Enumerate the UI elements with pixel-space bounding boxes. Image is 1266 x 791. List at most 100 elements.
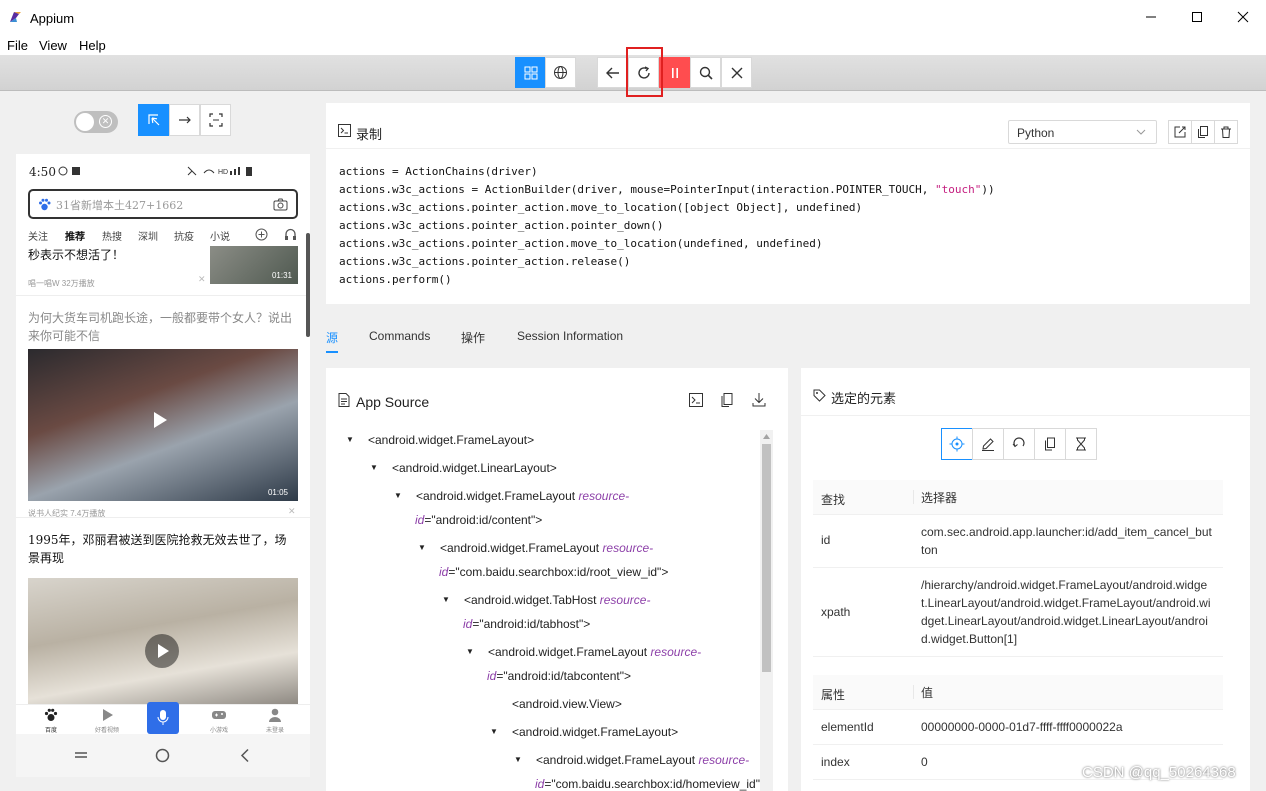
tree-node-tag: <android.widget.FrameLayout> — [512, 725, 679, 739]
window-close-button[interactable] — [1220, 0, 1266, 34]
minimize-button[interactable] — [1128, 0, 1174, 34]
back-arrow-icon — [605, 67, 619, 78]
tree-node[interactable]: ▼ <android.widget.FrameLayout> — [490, 720, 678, 744]
nav-games[interactable]: 小游戏 — [202, 708, 236, 734]
device-screenshot[interactable]: 4:50 HD 31省新增本土427+1662 关注 推荐 热搜 深圳 抗疫 小… — [16, 154, 310, 777]
caret-down-icon[interactable]: ▼ — [514, 748, 522, 772]
menu-help[interactable]: Help — [79, 38, 106, 53]
screenshot-toggle-switch[interactable]: ✕ — [74, 111, 118, 133]
close-icon — [1237, 11, 1249, 23]
swipe-mode-button[interactable] — [169, 104, 200, 136]
dismiss-icon[interactable]: ✕ — [198, 274, 206, 285]
tree-node[interactable]: ▼ <android.widget.FrameLayout> — [346, 428, 534, 452]
phone-tab[interactable]: 抗疫 — [174, 228, 194, 243]
tap-element-button[interactable] — [941, 428, 973, 460]
web-mode-button[interactable] — [545, 57, 576, 88]
tree-node[interactable]: <android.view.View> — [512, 692, 622, 716]
scroll-up-icon[interactable] — [763, 434, 770, 439]
headphones-icon[interactable] — [284, 228, 297, 241]
native-mode-button[interactable] — [515, 57, 546, 88]
table-header-cell: 值 — [921, 686, 934, 700]
tree-node[interactable]: ▼ <android.widget.TabHost resource- — [442, 588, 650, 612]
scrollbar-thumb[interactable] — [762, 444, 771, 672]
tree-node[interactable]: ▼ <android.widget.FrameLayout resource- — [418, 536, 653, 560]
table-cell-value[interactable]: 00000000-0000-01d7-ffff-ffff0000022a — [921, 718, 1213, 736]
play-button[interactable] — [145, 634, 179, 668]
copy-icon[interactable] — [719, 392, 735, 408]
tab-commands[interactable]: Commands — [369, 329, 430, 343]
caret-down-icon[interactable]: ▼ — [466, 640, 474, 664]
baidu-paw-icon — [39, 198, 51, 211]
tab-session-information[interactable]: Session Information — [517, 329, 623, 343]
download-icon[interactable] — [751, 392, 767, 408]
add-channel-icon[interactable] — [255, 228, 268, 241]
caret-down-icon[interactable]: ▼ — [418, 536, 426, 560]
send-keys-button[interactable] — [972, 428, 1004, 460]
menu-file[interactable]: File — [7, 38, 28, 53]
home-circle-icon[interactable] — [155, 748, 170, 763]
phone-tab[interactable]: 关注 — [28, 228, 48, 243]
tree-node[interactable]: ▼ <android.widget.FrameLayout resource- — [514, 748, 749, 772]
app-source-panel: App Source ▼ <android.widget.FrameLayout>… — [326, 368, 788, 791]
copy-code-button[interactable] — [1191, 120, 1215, 144]
phone-tab[interactable]: 小说 — [210, 228, 230, 243]
tree-node-tag: <android.widget.FrameLayout — [488, 645, 648, 659]
code-line: actions.w3c_actions.pointer_action.point… — [339, 219, 664, 232]
phone-search-box[interactable]: 31省新增本土427+1662 — [28, 189, 298, 219]
terminal-icon[interactable] — [688, 392, 704, 408]
quit-session-button[interactable] — [721, 57, 752, 88]
recorder-panel: 录制 Python actions = ActionChains(driver)… — [326, 103, 1250, 304]
phone-tab[interactable]: 热搜 — [102, 228, 122, 243]
camera-icon[interactable] — [273, 198, 288, 211]
export-code-button[interactable] — [1168, 120, 1192, 144]
table-row[interactable]: xpath /hierarchy/android.widget.FrameLay… — [813, 568, 1223, 657]
tree-node[interactable]: ▼ <android.widget.LinearLayout> — [370, 456, 557, 480]
copy-attributes-button[interactable] — [1034, 428, 1066, 460]
feed-video-thumbnail[interactable]: 01:05 — [28, 349, 298, 501]
caret-down-icon[interactable]: ▼ — [370, 456, 378, 480]
pause-recording-button[interactable] — [659, 57, 690, 88]
recent-apps-icon[interactable] — [73, 749, 89, 761]
get-timing-button[interactable] — [1065, 428, 1097, 460]
table-cell-value[interactable]: /hierarchy/android.widget.FrameLayout/an… — [921, 576, 1213, 648]
dismiss-icon[interactable]: ✕ — [288, 506, 296, 517]
caret-down-icon[interactable]: ▼ — [442, 588, 450, 612]
copy-icon — [1198, 126, 1208, 138]
caret-down-icon[interactable]: ▼ — [346, 428, 354, 452]
selected-element-panel: 选定的元素 查找 选择器 id com.sec.android.app.laun… — [801, 368, 1250, 791]
caret-down-icon[interactable]: ▼ — [490, 720, 498, 744]
language-select[interactable]: Python — [1008, 120, 1157, 144]
tree-node[interactable]: ▼ <android.widget.FrameLayout resource- — [466, 640, 701, 664]
select-elements-button[interactable] — [138, 104, 169, 136]
tap-by-coordinates-button[interactable] — [200, 104, 231, 136]
nav-profile[interactable]: 未登录 — [260, 708, 290, 734]
tab-source[interactable]: 源 — [326, 329, 338, 346]
phone-tab-active[interactable]: 推荐 — [65, 228, 85, 243]
table-cell-value[interactable]: com.sec.android.app.launcher:id/add_item… — [921, 523, 1213, 559]
nav-home[interactable]: 百度 — [36, 708, 66, 734]
nav-video[interactable]: 好看视频 — [90, 708, 124, 734]
tree-node[interactable]: ▼ <android.widget.FrameLayout resource- — [394, 484, 629, 508]
clear-element-button[interactable] — [1003, 428, 1035, 460]
maximize-button[interactable] — [1174, 0, 1220, 34]
table-row[interactable]: id com.sec.android.app.launcher:id/add_i… — [813, 515, 1223, 568]
table-row[interactable]: elementId 00000000-0000-01d7-ffff-ffff00… — [813, 710, 1223, 745]
source-tree-scrollbar[interactable] — [760, 430, 773, 791]
feed-video-thumbnail[interactable] — [28, 578, 298, 704]
nav-voice-button[interactable] — [147, 702, 179, 734]
back-button[interactable] — [597, 57, 628, 88]
feed-item[interactable]: 1995年，邓丽君被送到医院抢救无效去世了，场景再现 — [16, 528, 310, 704]
microphone-icon — [157, 710, 169, 725]
back-chevron-icon[interactable] — [239, 748, 251, 763]
caret-down-icon[interactable]: ▼ — [394, 484, 402, 508]
tab-actions[interactable]: 操作 — [461, 329, 485, 346]
menu-view[interactable]: View — [39, 38, 67, 53]
phone-tab[interactable]: 深圳 — [138, 228, 158, 243]
play-icon — [154, 412, 167, 428]
search-element-button[interactable] — [690, 57, 721, 88]
feed-item[interactable]: 为何大货车司机跑长途，一般都要带个女人？说出来你可能不信 01:05 说书人纪实… — [16, 306, 310, 518]
clear-recording-button[interactable] — [1214, 120, 1238, 144]
screenshot-scrollbar[interactable] — [306, 233, 310, 337]
feed-item[interactable]: 秒表示不想活了！ 唱一唱W 32万播放 01:31 ✕ — [16, 246, 310, 296]
language-select-value: Python — [1017, 126, 1055, 140]
